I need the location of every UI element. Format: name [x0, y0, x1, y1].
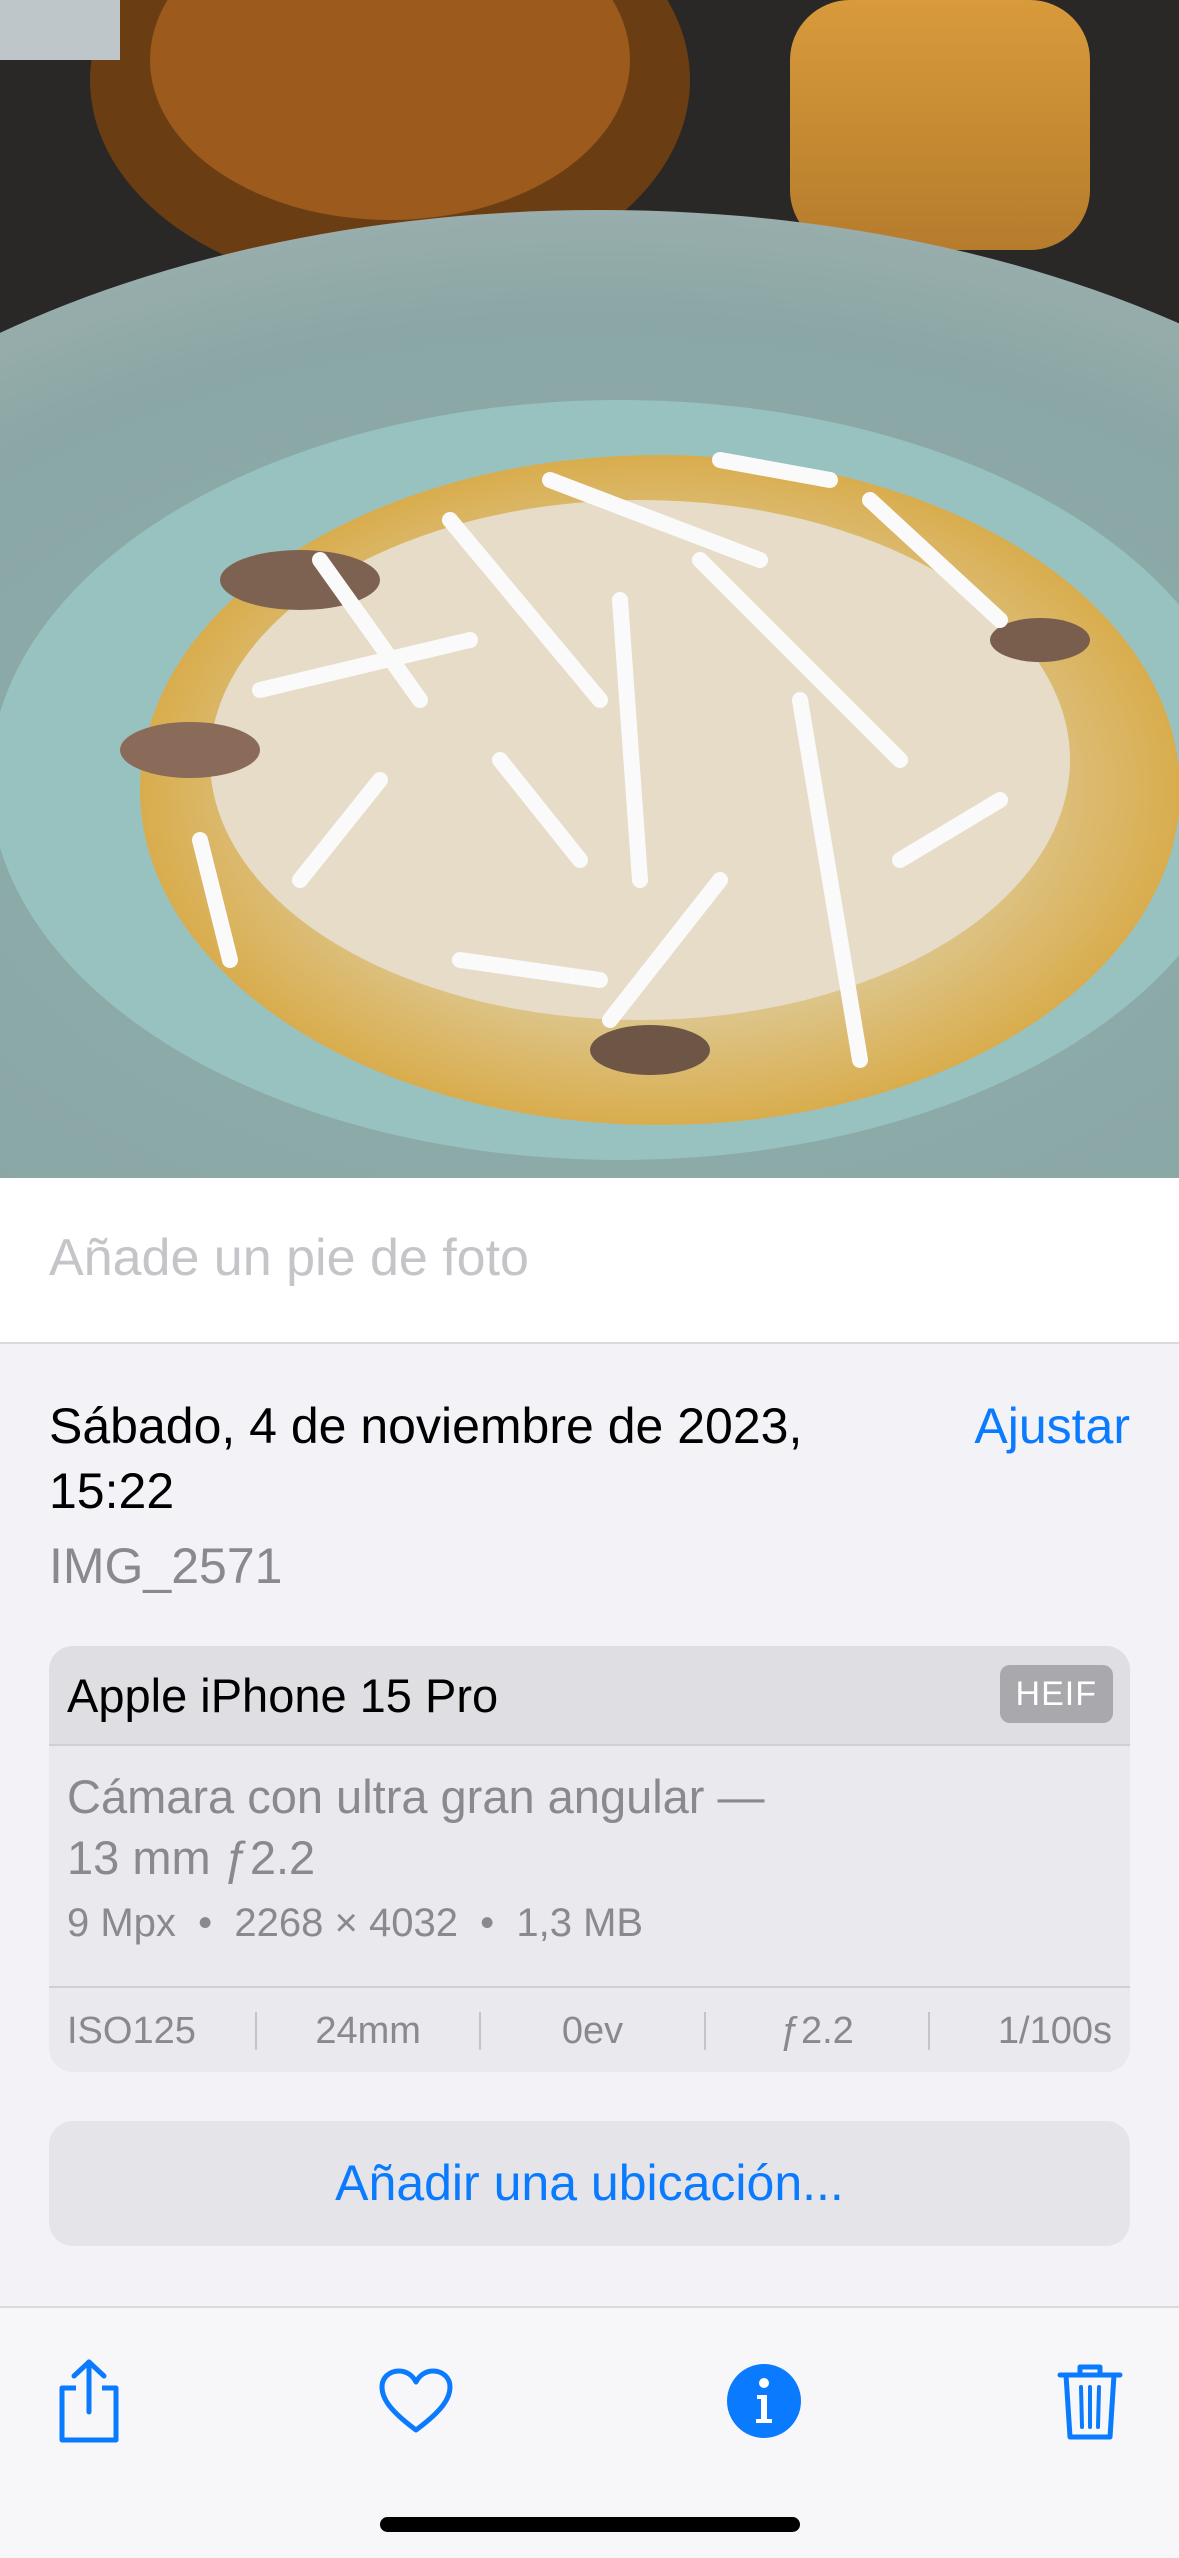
photo-filename: IMG_2571	[49, 1538, 283, 1594]
camera-info-card: Apple iPhone 15 Pro HEIF Cámara con ultr…	[49, 1646, 1130, 2072]
info-icon	[727, 2364, 801, 2438]
image-specs: 9 Mpx • 2268 × 4032 • 1,3 MB	[67, 1901, 644, 1945]
home-indicator[interactable]	[380, 2517, 800, 2532]
heart-icon	[379, 2368, 453, 2433]
lens-description: Cámara con ultra gran angular — 13 mm ƒ2…	[67, 1766, 887, 1888]
exif-shutter: 1/100s	[997, 2009, 1112, 2052]
exif-focal-length: 24mm	[315, 2009, 421, 2052]
exif-aperture: ƒ2.2	[779, 2009, 854, 2052]
camera-info-header: Apple iPhone 15 Pro HEIF	[49, 1646, 1130, 1746]
trash-icon	[1057, 2364, 1123, 2440]
exif-row: ISO125 24mm 0ev ƒ2.2 1/100s	[49, 1986, 1130, 2072]
info-button[interactable]	[709, 2346, 819, 2456]
lens-line-2: 13 mm ƒ2.2	[67, 1831, 316, 1884]
add-location-button[interactable]: Añadir una ubicación...	[49, 2121, 1130, 2246]
photo-viewer[interactable]	[0, 0, 1179, 1178]
delete-button[interactable]	[1035, 2346, 1145, 2456]
caption-input[interactable]	[49, 1218, 1129, 1298]
device-name: Apple iPhone 15 Pro	[67, 1669, 499, 1722]
exif-exposure: 0ev	[561, 2009, 624, 2052]
caption-bar	[0, 1178, 1179, 1344]
favorite-button[interactable]	[361, 2346, 471, 2456]
lens-line-1: Cámara con ultra gran angular —	[67, 1770, 765, 1823]
share-button[interactable]	[34, 2346, 144, 2456]
photo-risotto-image	[0, 0, 1179, 1178]
photo-date: Sábado, 4 de noviembre de 2023, 15:22	[49, 1398, 803, 1519]
format-badge: HEIF	[999, 1665, 1113, 1723]
info-panel: Sábado, 4 de noviembre de 2023, 15:22 Aj…	[0, 1344, 1179, 2304]
adjust-date-button[interactable]: Ajustar	[974, 1394, 1130, 1459]
share-icon	[59, 2359, 119, 2443]
exif-iso: ISO125	[67, 2009, 196, 2052]
